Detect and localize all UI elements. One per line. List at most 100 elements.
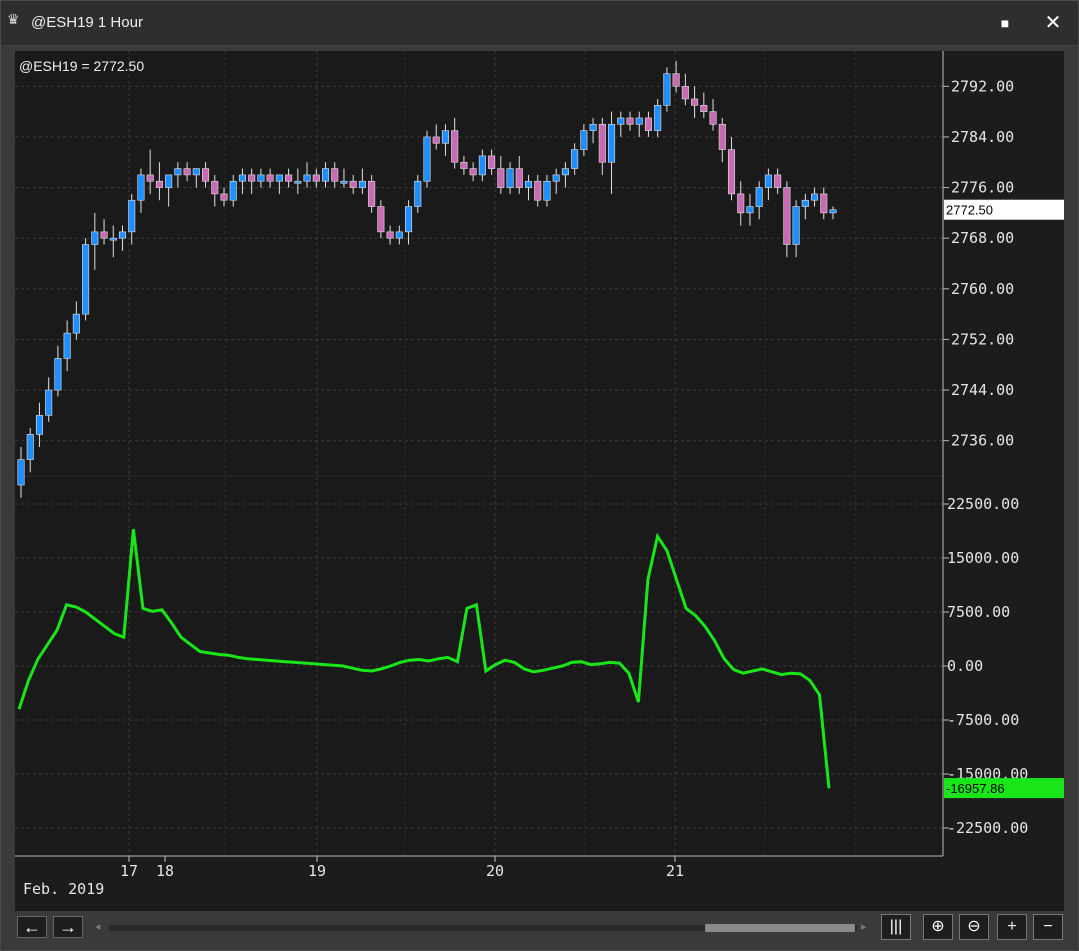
- symbol-price-label: @ESH19 = 2772.50: [19, 58, 144, 74]
- candle-body: [681, 86, 689, 100]
- zoom-out-button[interactable]: ⊖: [959, 914, 989, 940]
- chart-canvas[interactable]: 2792.00 2784.00 2776.00 2768.00 2760.00 2752.…: [15, 51, 1064, 911]
- price-tick-label: 2784.00: [951, 128, 1014, 146]
- candle-body: [35, 415, 43, 435]
- candle-body: [238, 174, 246, 182]
- candle-body: [386, 231, 394, 239]
- last-indicator-label: -16957.86: [946, 781, 1005, 796]
- candle-body: [91, 231, 99, 245]
- horizontal-scroll-thumb[interactable]: [705, 924, 855, 932]
- chart-area[interactable]: 2792.00 2784.00 2776.00 2768.00 2760.00 2752.…: [15, 51, 1064, 911]
- candle-body: [801, 199, 809, 207]
- candle-body: [220, 193, 228, 201]
- candle-body: [524, 180, 533, 188]
- remove-button[interactable]: −: [1033, 914, 1063, 940]
- candle-body: [340, 180, 348, 184]
- candle-body: [552, 174, 560, 182]
- candle-body: [608, 123, 616, 163]
- chart-app-icon[interactable]: ♛: [7, 11, 20, 28]
- chart-toolbar: ← → ◂ ▸ ||| ⊕ ⊖ + −: [15, 914, 1064, 940]
- candle-body: [571, 149, 579, 169]
- title-bar[interactable]: ♛ @ESH19 1 Hour ■ ✕: [1, 1, 1078, 46]
- zoom-in-button[interactable]: ⊕: [923, 914, 953, 940]
- candle-body: [128, 199, 136, 233]
- candle-body: [63, 332, 71, 359]
- bar-spacing-button[interactable]: |||: [881, 914, 911, 940]
- candle-body: [405, 206, 413, 233]
- indicator-tick-label: 7500.00: [947, 603, 1010, 621]
- scroll-left-arrow-icon[interactable]: ◂: [95, 920, 101, 933]
- add-button[interactable]: +: [997, 914, 1027, 940]
- candle-body: [515, 168, 523, 188]
- candle-body: [192, 168, 200, 176]
- candle-body: [303, 174, 311, 182]
- candle-body: [589, 123, 597, 131]
- candle-body: [17, 459, 25, 486]
- candle-body: [441, 130, 449, 144]
- candle-body: [211, 180, 219, 195]
- scroll-forward-button[interactable]: →: [53, 916, 83, 938]
- window-title: @ESH19 1 Hour: [31, 14, 143, 31]
- indicator-tick-label: -22500.00: [947, 819, 1028, 837]
- chart-window: ♛ @ESH19 1 Hour ■ ✕ 2792.00 2784.00 2776.0…: [0, 0, 1079, 951]
- candle-body: [54, 358, 62, 391]
- candle-body: [349, 180, 357, 188]
- scroll-right-arrow-icon[interactable]: ▸: [861, 920, 867, 933]
- price-tick-label: 2744.00: [951, 381, 1014, 399]
- candle-body: [451, 130, 459, 163]
- candle-body: [248, 174, 256, 182]
- candle-body: [654, 104, 662, 131]
- close-button[interactable]: ✕: [1041, 11, 1065, 35]
- candle-body: [626, 117, 634, 125]
- candle-body: [663, 73, 671, 106]
- candle-body: [580, 130, 588, 150]
- candle-body: [118, 231, 127, 239]
- candle-body: [432, 136, 440, 144]
- candle-body: [617, 117, 625, 125]
- candle-body: [183, 168, 191, 176]
- candle-body: [275, 174, 283, 182]
- candle-body: [774, 174, 782, 188]
- price-tick-label: 2768.00: [951, 229, 1014, 247]
- candle-body: [829, 209, 837, 214]
- candle-body: [423, 136, 431, 182]
- x-tick-label: 19: [308, 862, 326, 880]
- candle-body: [727, 149, 736, 195]
- candle-body: [534, 180, 542, 201]
- price-tick-label: 2752.00: [951, 330, 1014, 348]
- candle-body: [635, 117, 643, 125]
- candle-body: [321, 168, 330, 182]
- candle-body: [700, 104, 708, 112]
- candle-body: [229, 180, 237, 201]
- price-tick-label: 2760.00: [951, 280, 1014, 298]
- candle-body: [764, 174, 772, 188]
- candle-body: [312, 174, 320, 182]
- scroll-back-button[interactable]: ←: [17, 916, 47, 938]
- candle-body: [358, 180, 366, 188]
- candle-body: [811, 193, 819, 201]
- candle-body: [792, 206, 800, 245]
- candle-body: [820, 193, 828, 214]
- last-price-label: 2772.50: [946, 203, 993, 218]
- candle-body: [598, 123, 606, 163]
- candle-body: [26, 434, 34, 460]
- maximize-button[interactable]: ■: [995, 13, 1015, 33]
- indicator-tick-label: -7500.00: [947, 711, 1019, 729]
- candle-body: [746, 206, 754, 214]
- candle-body: [395, 231, 403, 239]
- candle-body: [137, 174, 145, 201]
- candle-body: [414, 180, 422, 207]
- candle-body: [266, 174, 274, 182]
- candle-body: [174, 168, 182, 176]
- candle-body: [146, 174, 154, 182]
- candle-body: [783, 187, 791, 245]
- candle-body: [202, 168, 210, 182]
- candle-body: [460, 161, 468, 169]
- candle-body: [644, 117, 652, 131]
- x-tick-label: 21: [666, 862, 684, 880]
- price-tick-label: 2736.00: [951, 432, 1014, 450]
- candle-body: [294, 180, 302, 184]
- candle-body: [368, 180, 376, 207]
- price-tick-label: 2776.00: [951, 179, 1014, 197]
- candle-body: [718, 123, 726, 150]
